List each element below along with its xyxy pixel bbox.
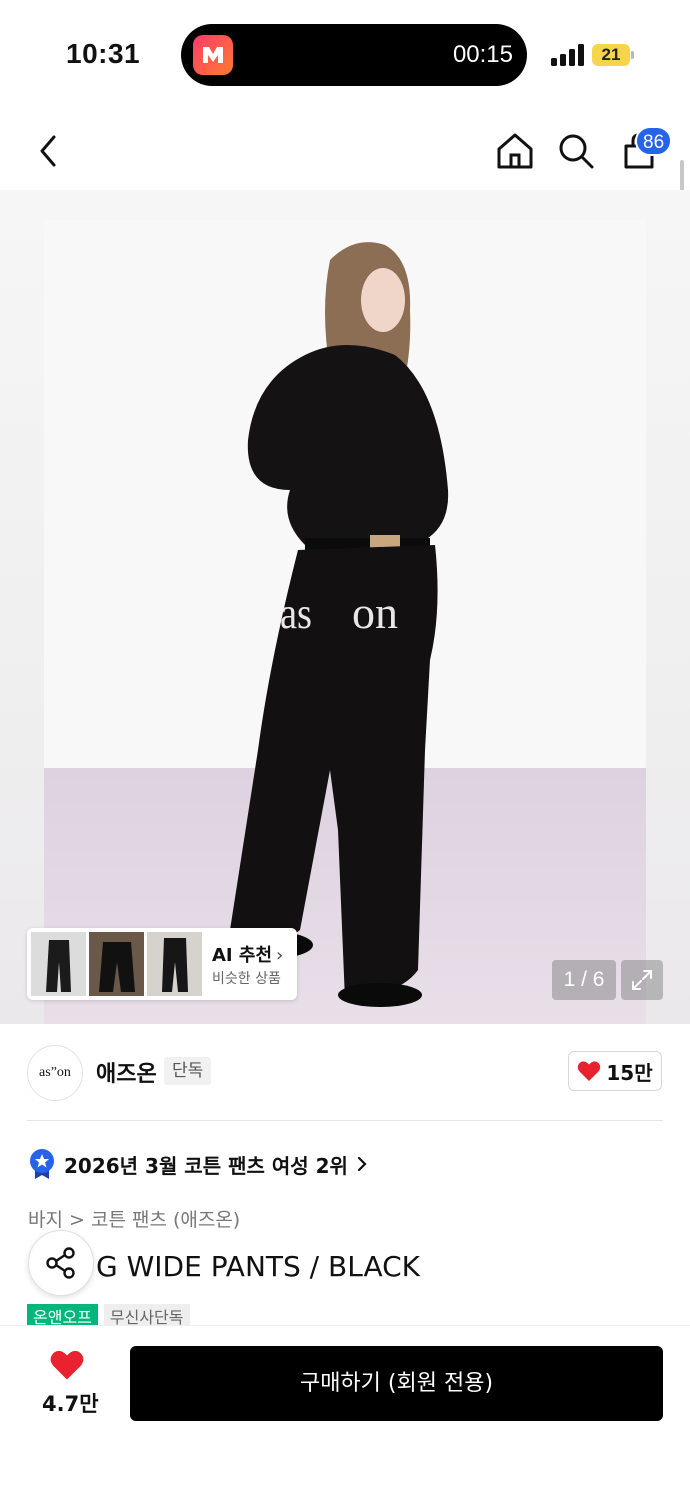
ai-recommend-label: AI 추천 (212, 945, 273, 966)
jeans-print-left: as (280, 589, 312, 638)
category-breadcrumb[interactable]: 바지 > 코튼 팬츠 (애즈온) (28, 1205, 240, 1232)
brand-like-button[interactable]: 15만 (568, 1051, 662, 1091)
recording-timer: 00:15 (452, 41, 513, 68)
ai-recommend-title: AI 추천 › (212, 941, 283, 967)
recommend-thumbnail[interactable] (89, 932, 144, 996)
battery-icon: 21 (592, 44, 636, 66)
ai-recommend-subtitle: 비슷한 상품 (212, 971, 281, 987)
product-image-gallery[interactable]: as on (0, 190, 690, 1024)
cart-count-badge: 86 (635, 126, 673, 156)
chevron-right-icon: › (276, 945, 284, 966)
status-time: 10:31 (66, 38, 141, 69)
brand-name[interactable]: 애즈온 (96, 1056, 157, 1088)
recommend-thumbnail[interactable] (147, 932, 202, 996)
home-button[interactable] (492, 128, 538, 174)
status-bar: 10:31 00:15 21 (0, 0, 690, 110)
cellular-signal-icon (551, 44, 584, 66)
jeans-print-right: on (352, 587, 398, 638)
home-icon (497, 133, 533, 169)
back-button[interactable] (25, 128, 71, 174)
wishlist-count: 4.7만 (42, 1392, 99, 1416)
product-title: G WIDE PANTS / BLACK (96, 1250, 421, 1283)
search-icon (559, 134, 594, 169)
chevron-right-icon (357, 1156, 367, 1172)
ranking-medal-icon (30, 1149, 54, 1179)
share-icon (46, 1247, 75, 1279)
top-navigation (0, 120, 690, 184)
brand-logo[interactable]: as”on (27, 1045, 83, 1101)
model-photo: as on (223, 242, 449, 1007)
share-button[interactable] (28, 1230, 94, 1296)
section-divider (27, 1120, 663, 1121)
product-tags: 온앤오프 무신사단독 (27, 1304, 190, 1326)
chevron-left-icon (40, 135, 56, 167)
ranking-text: 2026년 3월 코튼 팬츠 여성 2위 (64, 1153, 348, 1178)
brand-like-count: 15만 (606, 1060, 653, 1085)
expand-icon (632, 970, 652, 990)
ai-recommend-card[interactable]: AI 추천 › 비슷한 상품 (27, 928, 297, 1000)
ranking-link[interactable]: 2026년 3월 코튼 팬츠 여성 2위 (28, 1148, 368, 1180)
expand-image-button[interactable] (621, 960, 663, 1000)
tag-musinsa-exclusive: 무신사단독 (103, 1304, 190, 1326)
search-button[interactable] (553, 128, 599, 174)
heart-icon (50, 1350, 84, 1380)
video-app-icon (193, 35, 233, 75)
battery-level: 21 (592, 44, 630, 66)
wishlist-button[interactable] (49, 1349, 85, 1386)
image-page-counter: 1 / 6 (552, 960, 616, 1000)
tag-on-and-off: 온앤오프 (27, 1304, 98, 1326)
recommend-thumbnail[interactable] (31, 932, 86, 996)
battery-cap (631, 51, 634, 59)
heart-icon (578, 1061, 601, 1081)
dynamic-island[interactable]: 00:15 (181, 24, 527, 86)
exclusive-badge: 단독 (164, 1057, 212, 1085)
buy-button[interactable]: 구매하기 (회원 전용) (130, 1346, 663, 1421)
